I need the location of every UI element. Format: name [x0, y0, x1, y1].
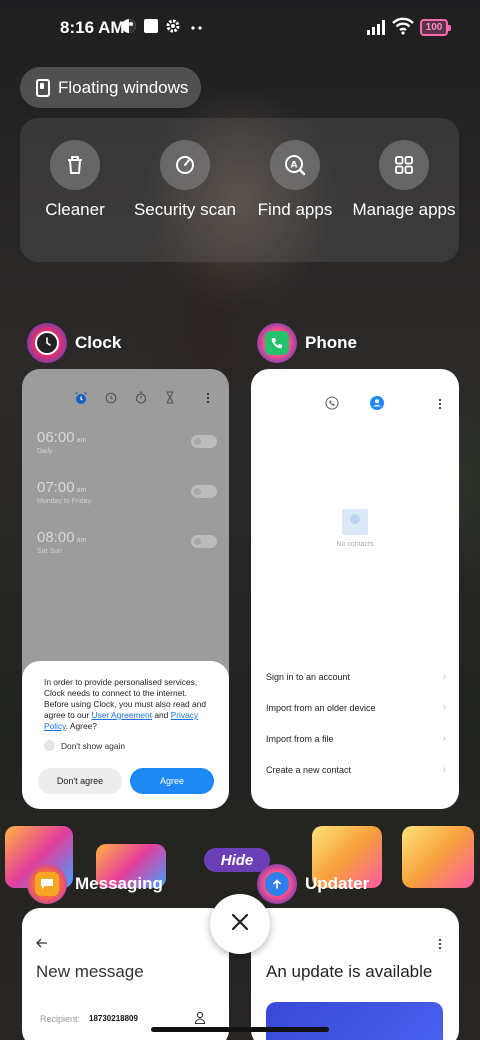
new-message-title: New message: [36, 962, 144, 981]
floating-windows-label: Floating windows: [58, 77, 189, 97]
alarm-time: 07:00 am: [37, 479, 87, 496]
alarm-repeat: Daily: [37, 448, 53, 455]
stopwatch-tab-icon[interactable]: [135, 391, 147, 409]
phone-app-header[interactable]: Phone: [257, 323, 357, 363]
more-options-icon[interactable]: [438, 397, 442, 415]
alarm-toggle[interactable]: [191, 435, 217, 448]
menu-item-label: Sign in to an account: [266, 672, 351, 682]
chevron-right-icon: ›: [442, 671, 446, 682]
dont-agree-button[interactable]: Don't agree: [38, 768, 122, 794]
no-contacts-illustration-icon: [342, 509, 368, 535]
home-indicator[interactable]: [151, 1027, 329, 1032]
alarm-tab-icon[interactable]: [74, 391, 88, 410]
find-apps-button[interactable]: A Find apps: [240, 140, 350, 220]
consent-text: In order to provide personalised service…: [44, 677, 207, 731]
security-scan-button[interactable]: Security scan: [130, 140, 240, 220]
timer-tab-icon[interactable]: [165, 391, 175, 409]
alarm-toggle[interactable]: [191, 485, 217, 498]
floating-windows-button[interactable]: Floating windows: [20, 67, 201, 108]
cleaner-button[interactable]: Cleaner: [20, 140, 130, 220]
updater-app-icon: [257, 864, 297, 904]
alarm-item[interactable]: 06:00 am Daily: [37, 429, 217, 455]
signal-icon: [366, 19, 388, 40]
dont-show-again-checkbox[interactable]: Don't show again: [44, 740, 213, 751]
menu-item-label: Import from a file: [266, 734, 334, 744]
cleaner-label: Cleaner: [45, 200, 105, 219]
update-available-title: An update is available: [266, 962, 433, 981]
user-agreement-link[interactable]: User Agreement: [92, 710, 153, 720]
alarm-repeat: Sat Sun: [37, 548, 62, 555]
recipient-input[interactable]: 18730218809: [89, 1014, 138, 1023]
chevron-right-icon: ›: [442, 702, 446, 713]
back-arrow-icon[interactable]: [36, 936, 48, 954]
alarm-item[interactable]: 07:00 am Monday to Friday: [37, 479, 217, 505]
contacts-tab-icon[interactable]: [370, 396, 384, 415]
phone-app-card[interactable]: No contacts Sign in to an account › Impo…: [251, 369, 459, 809]
theme-icon: [121, 18, 137, 39]
clock-app-name: Clock: [75, 333, 122, 352]
alarm-toggle[interactable]: [191, 535, 217, 548]
no-contacts-text: No contacts: [336, 541, 374, 548]
messaging-app-name: Messaging: [75, 874, 163, 893]
import-older-device-item[interactable]: Import from an older device ›: [266, 702, 446, 713]
alarm-item[interactable]: 08:00 am Sat Sun: [37, 529, 217, 555]
messaging-app-card[interactable]: New message Recipient: 18730218809: [22, 908, 229, 1040]
more-dots-icon: [190, 20, 204, 38]
messaging-app-icon: [27, 864, 67, 904]
trash-icon: [50, 140, 100, 190]
empty-state: No contacts: [251, 509, 459, 548]
notification-square-icon: [143, 18, 159, 39]
security-scan-label: Security scan: [133, 200, 237, 219]
sign-in-account-item[interactable]: Sign in to an account ›: [266, 671, 446, 682]
messaging-app-header[interactable]: Messaging: [27, 864, 163, 904]
chevron-right-icon: ›: [442, 764, 446, 775]
consent-dialog: In order to provide personalised service…: [22, 661, 229, 809]
phone-app-name: Phone: [305, 333, 357, 352]
updater-app-card[interactable]: An update is available: [251, 908, 459, 1040]
recipient-label: Recipient:: [40, 1014, 81, 1024]
menu-item-label: Create a new contact: [266, 765, 352, 775]
alarm-repeat: Monday to Friday: [37, 498, 92, 505]
manage-apps-label: Manage apps: [352, 200, 456, 219]
settings-icon: [165, 18, 181, 39]
updater-app-header[interactable]: Updater: [257, 864, 369, 904]
clock-app-card[interactable]: 06:00 am Daily 07:00 am Monday to Friday 0…: [22, 369, 229, 809]
update-banner: [266, 1002, 443, 1040]
security-scan-icon: [160, 140, 210, 190]
find-apps-label: Find apps: [257, 200, 333, 219]
sticker-image: [402, 826, 474, 888]
clock-app-icon: [27, 323, 67, 363]
quick-tools-panel: Cleaner Security scan A Find apps Manage…: [20, 118, 459, 262]
grid-icon: [379, 140, 429, 190]
clock-tabs: [22, 391, 229, 411]
status-time: 8:16 AM: [60, 18, 125, 37]
alarm-time: 08:00 am: [37, 529, 87, 546]
clear-all-button[interactable]: [210, 894, 270, 954]
menu-item-label: Import from an older device: [266, 703, 376, 713]
floating-window-icon: [36, 78, 50, 97]
svg-text:A: A: [291, 161, 298, 171]
battery-icon: 100: [420, 19, 451, 36]
close-icon: [231, 913, 249, 936]
phone-app-icon: [257, 323, 297, 363]
alarm-time: 06:00 am: [37, 429, 87, 446]
checkbox-circle[interactable]: [44, 740, 55, 751]
chevron-right-icon: ›: [442, 733, 446, 744]
recents-tab-icon[interactable]: [325, 396, 339, 415]
agree-button[interactable]: Agree: [130, 768, 214, 794]
updater-app-name: Updater: [305, 874, 370, 893]
more-options-icon[interactable]: [206, 391, 210, 409]
status-bar: 8:16 AM 100: [0, 0, 480, 56]
import-file-item[interactable]: Import from a file ›: [266, 733, 446, 744]
more-options-icon[interactable]: [438, 937, 442, 955]
find-apps-icon: A: [270, 140, 320, 190]
world-clock-tab-icon[interactable]: [105, 391, 117, 409]
clock-app-header[interactable]: Clock: [27, 323, 121, 363]
manage-apps-button[interactable]: Manage apps: [349, 140, 459, 220]
dont-show-again-label: Don't show again: [61, 740, 125, 751]
create-contact-item[interactable]: Create a new contact ›: [266, 764, 446, 775]
wifi-icon: [392, 17, 414, 40]
